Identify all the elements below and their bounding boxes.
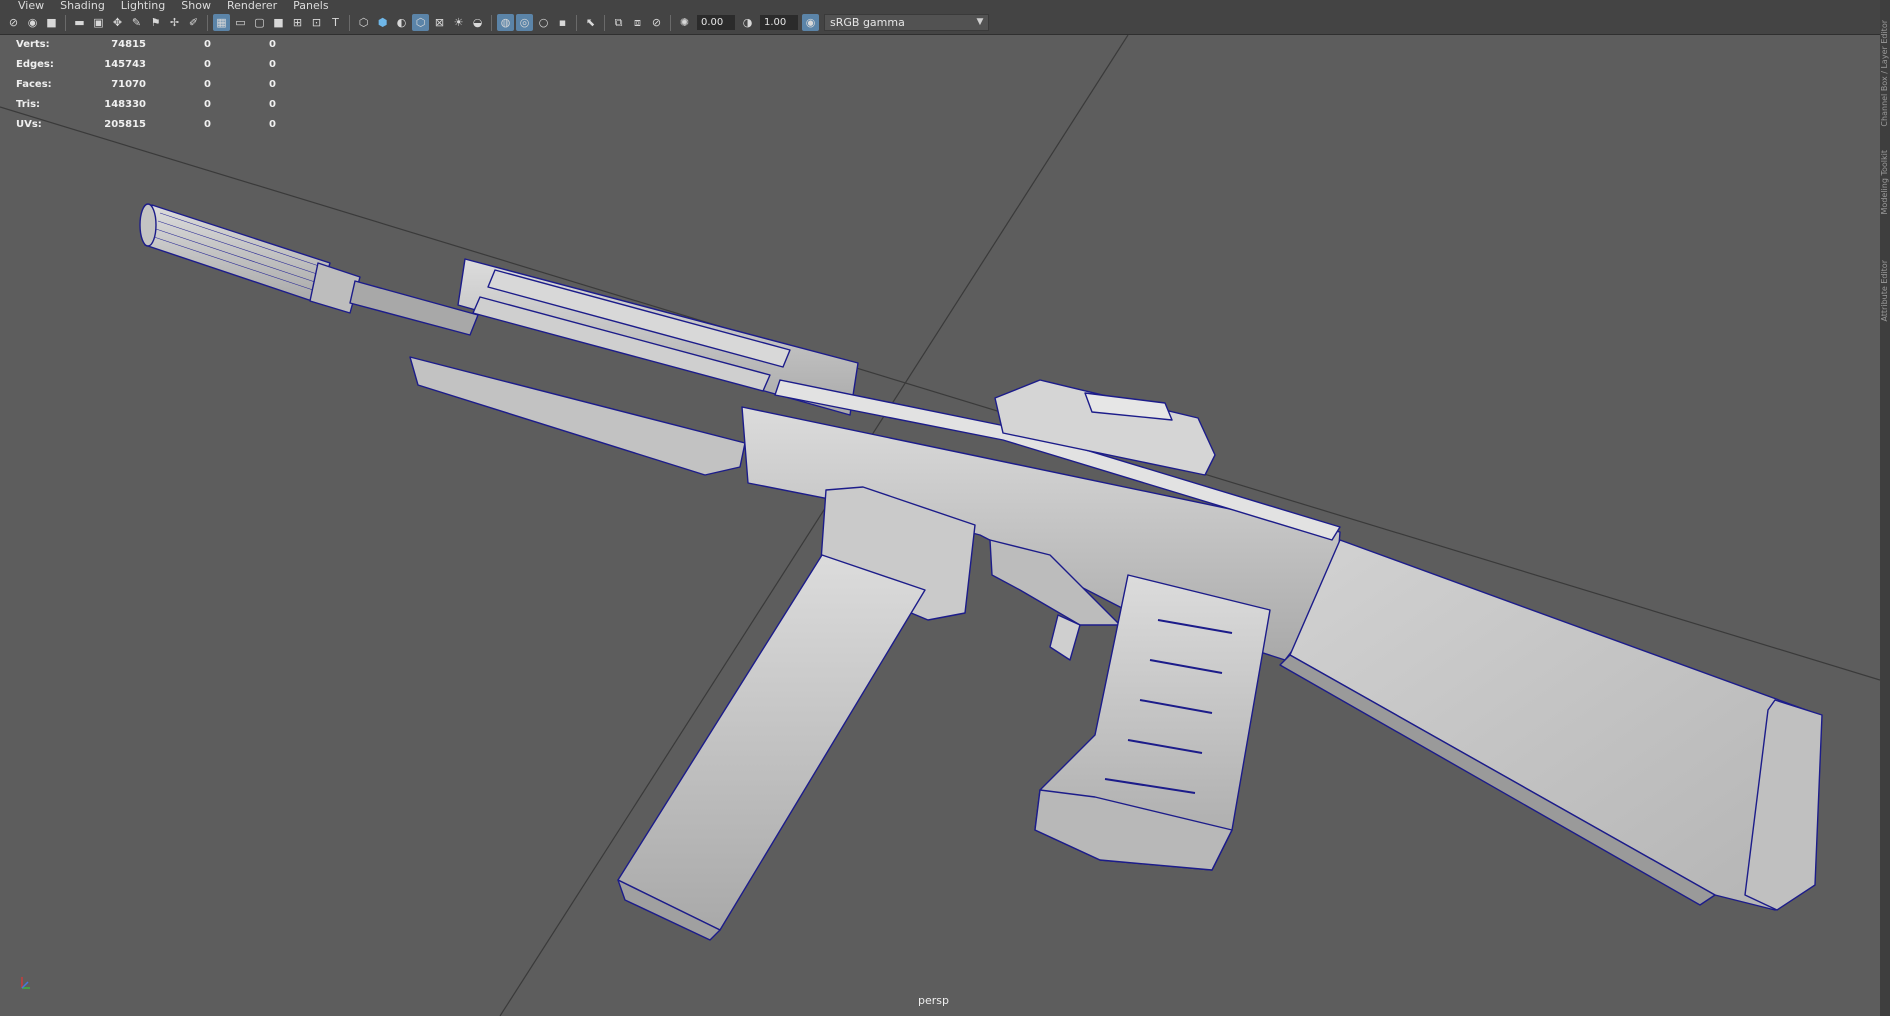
xray-icon[interactable]: ⊠: [431, 14, 448, 31]
silencer-cap: [139, 203, 157, 247]
xray-active-icon[interactable]: ⧈: [629, 14, 646, 31]
grease-pencil-icon[interactable]: ✎: [128, 14, 145, 31]
resolution-gate-icon[interactable]: ▢: [251, 14, 268, 31]
gamma-icon[interactable]: ◑: [739, 14, 756, 31]
color-management-icon[interactable]: ◉: [802, 14, 819, 31]
hud-total: 148330: [104, 99, 146, 110]
wireframe-icon[interactable]: ⬡: [355, 14, 372, 31]
scene-canvas: [0, 35, 1880, 1016]
stock: [1289, 539, 1821, 911]
barrel: [349, 280, 479, 336]
hud-other: 0: [269, 59, 276, 70]
color-space-value: sRGB gamma: [830, 16, 905, 29]
backface-icon[interactable]: ⊘: [648, 14, 665, 31]
right-panel-strip[interactable]: Channel Box / Layer Editor Modeling Tool…: [1880, 0, 1890, 1016]
hud-total: 145743: [104, 59, 146, 70]
tab-attribute-editor[interactable]: Attribute Editor: [1880, 260, 1890, 322]
hud-selected: 0: [204, 39, 211, 50]
toolbar-divider: [576, 14, 577, 31]
hud-selected: 0: [204, 99, 211, 110]
bookmark-flag-icon[interactable]: ⚑: [147, 14, 164, 31]
hud-row-edges: Edges: 145743 0 0: [16, 55, 276, 75]
magazine: [617, 554, 926, 931]
film-gate-icon[interactable]: ▭: [232, 14, 249, 31]
bookmark-icon[interactable]: ■: [43, 14, 60, 31]
lights-icon[interactable]: ☀: [450, 14, 467, 31]
heads-up-display: Verts: 74815 0 0 Edges: 145743 0 0 Faces…: [16, 35, 276, 135]
exposure-icon[interactable]: ✺: [676, 14, 693, 31]
hud-label: UVs:: [16, 119, 42, 130]
motion-blur-icon[interactable]: ◎: [516, 14, 533, 31]
panel-toolbar: ⊘ ◉ ■ ▬ ▣ ✥ ✎ ⚑ ✢ ✐ ▦ ▭ ▢ ■ ⊞ ⊡ T ⬡ ⬢ ◐ …: [0, 11, 1880, 35]
silencer-collar: [309, 262, 361, 314]
exposure-field[interactable]: 0.00: [697, 15, 735, 30]
grid-icon[interactable]: ▦: [213, 14, 230, 31]
hud-other: 0: [269, 79, 276, 90]
hud-label: Edges:: [16, 59, 54, 70]
lock-camera-icon[interactable]: ◉: [24, 14, 41, 31]
safe-title-icon[interactable]: T: [327, 14, 344, 31]
safe-action-icon[interactable]: ⊡: [308, 14, 325, 31]
camera-name-label: persp: [918, 994, 949, 1007]
hud-row-tris: Tris: 148330 0 0: [16, 95, 276, 115]
xray-joints-icon[interactable]: ⧉: [610, 14, 627, 31]
pencil-icon[interactable]: ✐: [185, 14, 202, 31]
toolbar-divider: [65, 14, 66, 31]
rifle-model: [139, 203, 1823, 941]
toolbar-divider: [207, 14, 208, 31]
hud-row-uvs: UVs: 205815 0 0: [16, 115, 276, 135]
isolate-select-icon[interactable]: ⬉: [582, 14, 599, 31]
hud-label: Tris:: [16, 99, 41, 110]
image-plane-icon[interactable]: ▣: [90, 14, 107, 31]
hud-label: Verts:: [16, 39, 50, 50]
toolbar-divider: [604, 14, 605, 31]
anti-aliasing-icon[interactable]: ○: [535, 14, 552, 31]
select-camera-icon[interactable]: ⊘: [5, 14, 22, 31]
menu-panels[interactable]: Panels: [285, 0, 336, 11]
menu-show[interactable]: Show: [173, 0, 219, 11]
hud-selected: 0: [204, 119, 211, 130]
field-chart-icon[interactable]: ⊞: [289, 14, 306, 31]
chevron-down-icon: ▼: [976, 17, 984, 27]
gamma-field[interactable]: 1.00: [760, 15, 798, 30]
menu-renderer[interactable]: Renderer: [219, 0, 285, 11]
toolbar-divider: [349, 14, 350, 31]
menu-view[interactable]: View: [10, 0, 52, 11]
gate-mask-icon[interactable]: ■: [270, 14, 287, 31]
hud-total: 205815: [104, 119, 146, 130]
menu-lighting[interactable]: Lighting: [113, 0, 173, 11]
smooth-shade-icon[interactable]: ⬢: [374, 14, 391, 31]
depth-of-field-icon[interactable]: ▪: [554, 14, 571, 31]
hud-total: 74815: [111, 39, 146, 50]
camera-attributes-icon[interactable]: ▬: [71, 14, 88, 31]
pivot-icon[interactable]: ✢: [166, 14, 183, 31]
silencer: [144, 204, 331, 304]
shadows-icon[interactable]: ◒: [469, 14, 486, 31]
hud-selected: 0: [204, 79, 211, 90]
tab-modeling-toolkit[interactable]: Modeling Toolkit: [1880, 150, 1890, 214]
hud-other: 0: [269, 39, 276, 50]
hud-label: Faces:: [16, 79, 52, 90]
2d-pan-zoom-icon[interactable]: ✥: [109, 14, 126, 31]
toolbar-divider: [670, 14, 671, 31]
wireframe-on-shaded-icon[interactable]: ⬡: [412, 14, 429, 31]
panel-menubar: View Shading Lighting Show Renderer Pane…: [0, 0, 1880, 11]
hud-total: 71070: [111, 79, 146, 90]
toolbar-divider: [491, 14, 492, 31]
tab-channel-box[interactable]: Channel Box / Layer Editor: [1880, 20, 1890, 127]
default-material-icon[interactable]: ◐: [393, 14, 410, 31]
viewport-3d[interactable]: [0, 35, 1880, 1016]
handguard-lower: [409, 356, 746, 476]
color-space-dropdown[interactable]: sRGB gamma ▼: [824, 14, 989, 31]
hud-selected: 0: [204, 59, 211, 70]
hud-other: 0: [269, 99, 276, 110]
hud-row-faces: Faces: 71070 0 0: [16, 75, 276, 95]
ambient-occlusion-icon[interactable]: ◍: [497, 14, 514, 31]
hud-other: 0: [269, 119, 276, 130]
hud-row-verts: Verts: 74815 0 0: [16, 35, 276, 55]
menu-shading[interactable]: Shading: [52, 0, 113, 11]
axis-gizmo-icon: [21, 977, 30, 989]
